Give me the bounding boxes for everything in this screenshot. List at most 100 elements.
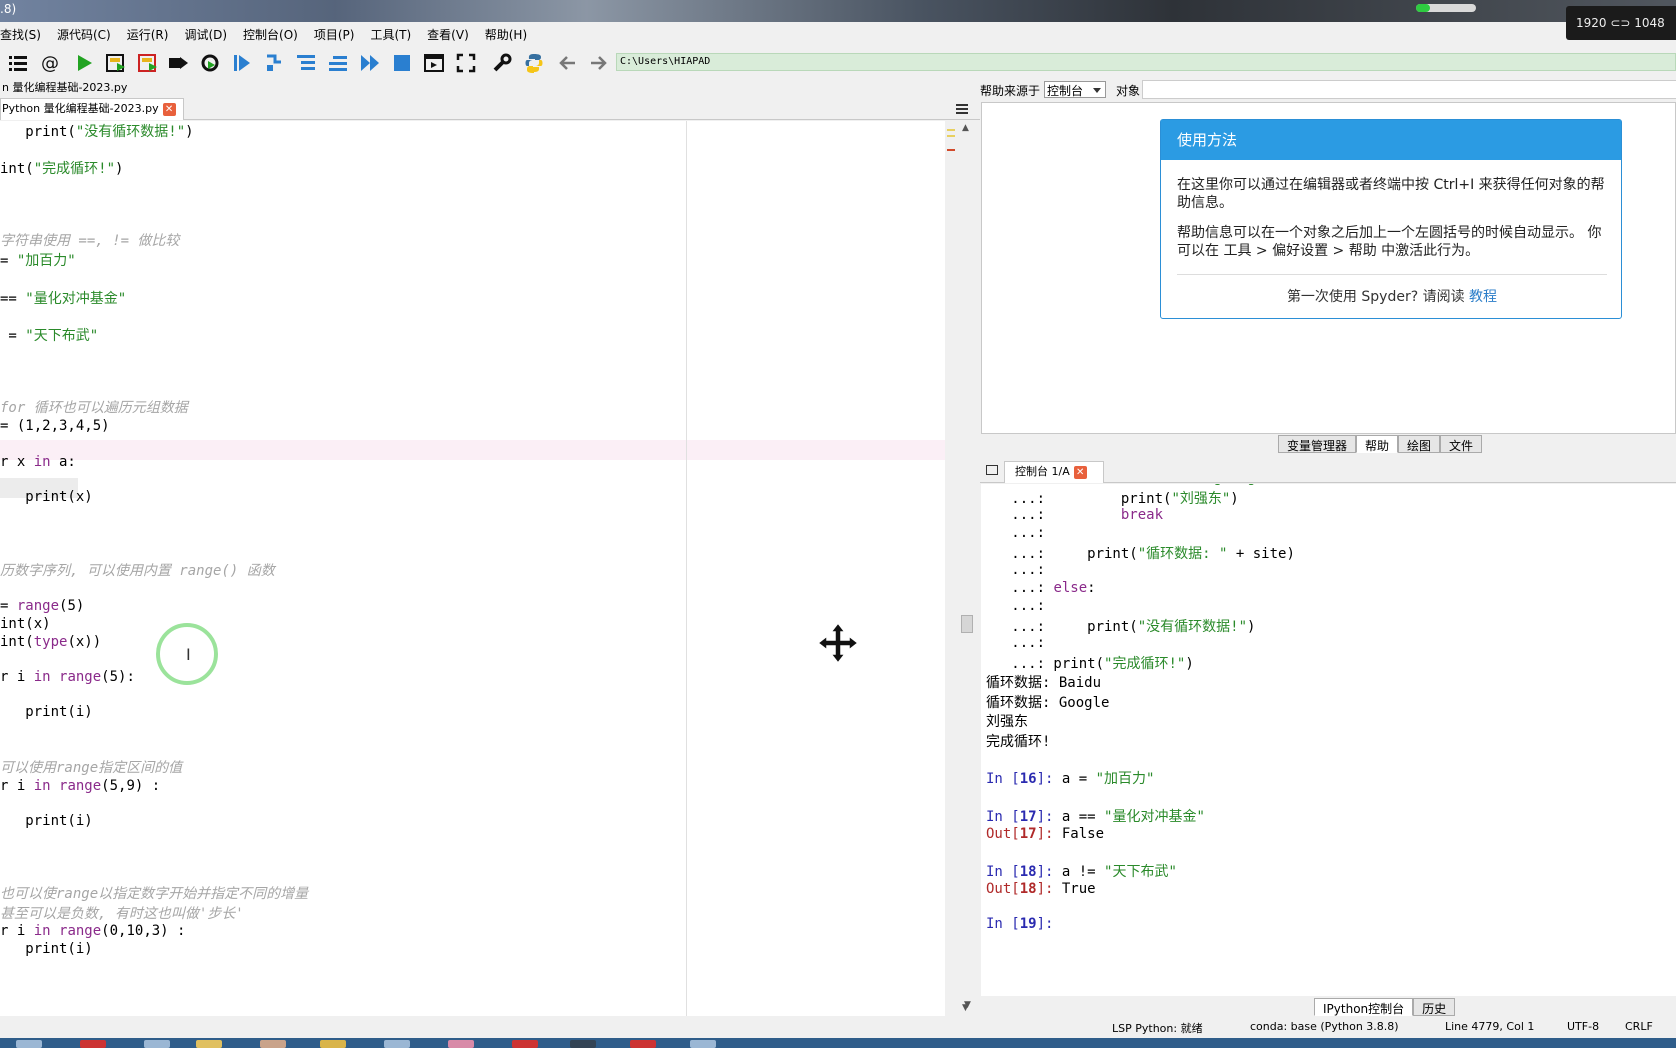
fullscreen-icon[interactable]: [454, 51, 478, 75]
stop-icon[interactable]: [390, 51, 414, 75]
usage-card-title: 使用方法: [1161, 120, 1621, 160]
step-into-icon[interactable]: [294, 51, 318, 75]
code-line: = "加百力": [0, 253, 76, 269]
progress-indicator: [1416, 4, 1476, 12]
code-line: print(i): [0, 813, 93, 829]
maximize-pane-icon[interactable]: [422, 51, 446, 75]
pane-tabs: 变量管理器 帮助 绘图 文件: [1278, 435, 1483, 453]
code-line: r i in range(0,10,3) :: [0, 923, 186, 939]
help-source-select[interactable]: 控制台: [1044, 81, 1106, 98]
move-cursor-icon: [816, 621, 860, 665]
continue-icon[interactable]: [358, 51, 382, 75]
menu-bar: 查找(S) 源代码(C) 运行(R) 调试(D) 控制台(O) 项目(P) 工具(T) 查看(…: [0, 22, 1676, 44]
help-source-label: 帮助来源于: [980, 84, 1041, 98]
console-browse-icon[interactable]: [986, 465, 998, 475]
code-line: r i in range(5,9) :: [0, 778, 161, 794]
console-line: ...:: [986, 562, 1046, 578]
menu-item[interactable]: 帮助(H): [477, 22, 535, 44]
code-line: print("没有循环数据!"): [0, 124, 194, 140]
console-line: 循环数据: Google: [986, 695, 1110, 711]
text-cursor-icon: I: [186, 645, 191, 664]
console-line: Out[17]: False: [986, 826, 1105, 842]
code-line: print(x): [0, 489, 93, 505]
editor-marker-gutter: [946, 121, 956, 1017]
step-return-icon[interactable]: [326, 51, 350, 75]
menu-item[interactable]: 查看(V): [419, 22, 477, 44]
menu-item[interactable]: 工具(T): [362, 22, 419, 44]
code-line: 历数字序列, 可以使用内置 range() 函数: [0, 563, 275, 579]
options-menu-icon[interactable]: [956, 104, 968, 114]
menu-item[interactable]: 项目(P): [306, 22, 363, 44]
code-line: 甚至可以是负数, 有时这也叫做'步长': [0, 906, 244, 922]
desktop-top-strip: .8): [0, 0, 1676, 22]
console-scrollbar[interactable]: ▼: [958, 484, 976, 1014]
menu-item[interactable]: 控制台(O): [235, 22, 306, 44]
pane-tab[interactable]: 文件: [1440, 435, 1483, 453]
console-line: 循环数据: Baidu: [986, 675, 1102, 691]
console-line: ...: print("刘强东"): [986, 491, 1239, 507]
menu-item[interactable]: 源代码(C): [49, 22, 119, 44]
close-icon[interactable]: ✕: [162, 102, 176, 116]
conda-status: conda: base (Python 3.8.8): [1250, 1020, 1399, 1033]
close-icon[interactable]: ✕: [1073, 465, 1087, 479]
debug-icon[interactable]: [230, 51, 254, 75]
python-icon[interactable]: [522, 51, 546, 75]
code-line: r i in range(5):: [0, 669, 135, 685]
help-toolbar: 帮助来源于 控制台 对象: [980, 80, 1676, 100]
editor-tab-label: Python 量化编程基础-2023.py: [2, 102, 159, 115]
at-icon[interactable]: @: [38, 51, 62, 75]
ipython-console[interactable]: ...: ...: if site == "JingDong": ...: pr…: [981, 484, 1676, 996]
bottom-tab[interactable]: IPython控制台: [1314, 998, 1414, 1016]
object-label: 对象: [1116, 84, 1141, 98]
code-line: 也可以使range以指定数字开始并指定不同的增量: [0, 886, 309, 902]
console-line: ...: print("完成循环!"): [986, 656, 1194, 672]
run-cell-icon[interactable]: [104, 51, 128, 75]
current-line-highlight: [0, 440, 945, 460]
outline-icon[interactable]: [6, 51, 30, 75]
console-line: ...: break: [986, 507, 1164, 523]
step-icon[interactable]: [262, 51, 286, 75]
pane-tab[interactable]: 绘图: [1398, 435, 1441, 453]
code-line: int(type(x)): [0, 634, 102, 650]
menu-item[interactable]: 运行(R): [119, 22, 177, 44]
code-line: r x in a:: [0, 454, 76, 470]
object-input[interactable]: [1142, 80, 1676, 99]
encoding: UTF-8: [1567, 1020, 1600, 1033]
editor-tab[interactable]: Python 量化编程基础-2023.py ✕: [0, 98, 184, 120]
editor-tab-bar: Python 量化编程基础-2023.py ✕: [0, 98, 980, 120]
wrench-icon[interactable]: [490, 51, 514, 75]
rerun-icon[interactable]: [198, 51, 222, 75]
console-line: ...: if site == "JingDong":: [986, 484, 1272, 486]
resolution-badge: 1920 ⊂⊃ 1048: [1566, 6, 1676, 40]
bottom-tab[interactable]: 历史: [1413, 998, 1456, 1016]
run-cell-advance-icon[interactable]: [136, 51, 160, 75]
lsp-status: LSP Python: 就绪: [1112, 1022, 1203, 1035]
back-arrow-icon[interactable]: [556, 51, 580, 75]
console-line: 完成循环!: [986, 734, 1051, 750]
run-icon[interactable]: [72, 51, 96, 75]
tutorial-line: 第一次使用 Spyder? 请阅读 教程: [1286, 289, 1498, 305]
console-line: ...:: [986, 635, 1046, 651]
divider: [1177, 274, 1607, 275]
code-line: == "量化对冲基金": [0, 291, 127, 307]
console-line: In [18]: a != "天下布武": [986, 864, 1177, 880]
editor-file-label: n 量化编程基础-2023.py: [2, 81, 128, 94]
forward-arrow-icon[interactable]: [586, 51, 610, 75]
pane-tab[interactable]: 帮助: [1356, 435, 1399, 453]
menu-item[interactable]: 调试(D): [176, 22, 235, 44]
code-line: = "天下布武": [0, 328, 99, 344]
pane-tab[interactable]: 变量管理器: [1278, 435, 1357, 453]
console-line: ...: print("循环数据: " + site): [986, 546, 1295, 562]
help-pane: 使用方法 在这里你可以通过在编辑器或者终端中按 Ctrl+I 来获得任何对象的帮…: [981, 102, 1676, 434]
code-editor[interactable]: print("没有循环数据!") int("完成循环!") 字符串使用 ==, !=…: [0, 121, 945, 1017]
code-line: for 循环也可以遍历元组数据: [0, 400, 188, 416]
working-directory-field[interactable]: C:\Users\HIAPAD: [616, 53, 1676, 71]
menu-item[interactable]: 查找(S): [0, 22, 49, 44]
console-line: ...:: [986, 525, 1046, 541]
console-tab[interactable]: 控制台 1/A ✕: [1004, 461, 1104, 483]
usage-paragraph-1: 在这里你可以通过在编辑器或者终端中按 Ctrl+I 来获得任何对象的帮助信息。: [1177, 177, 1605, 211]
tutorial-link[interactable]: 教程: [1469, 289, 1497, 305]
edge-line: [686, 121, 687, 1017]
code-line: = (1,2,3,4,5): [0, 418, 110, 434]
run-selection-icon[interactable]: [166, 51, 190, 75]
